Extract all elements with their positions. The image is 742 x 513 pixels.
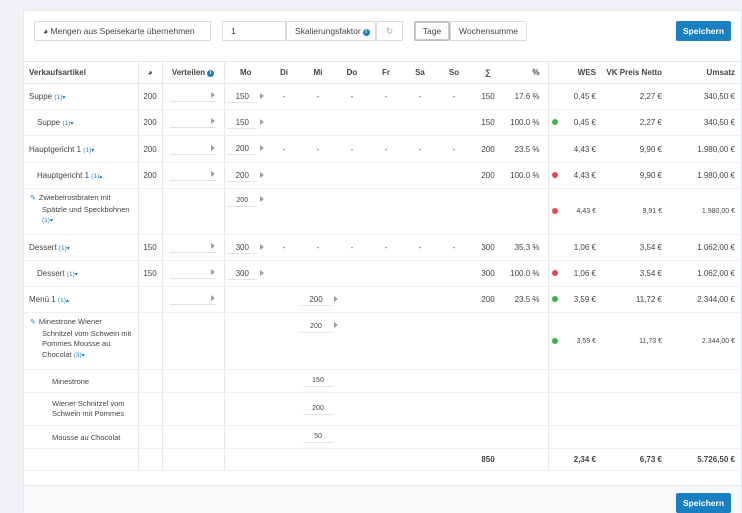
status-dot [552,270,559,276]
planning-table: Verkaufsartikel ◕ Verteilen i Mo Di Mi Do… [24,61,742,471]
table-row: ✎ Zwiebelrostbraten mit Spätzle und Speck… [24,188,742,235]
status-dot [552,208,559,214]
row-name[interactable]: Suppe (1)▾ [24,83,139,110]
table-row: Suppe (1)▾ 200 150 - - - - - - 150 17.6 … [24,83,742,110]
qty-input[interactable]: 150 [227,91,258,103]
row-name[interactable]: Suppe (1)▾ [24,109,139,136]
verteilen-input[interactable] [170,294,216,305]
pie-chart-icon: ◕ [43,26,49,36]
save-button-top[interactable]: Speichern [676,21,731,41]
table-row: Suppe (1)▾ 200 150 150 100.0 % 0,45 € 2,… [24,109,742,136]
row-name[interactable]: Dessert (1)▾ [24,260,139,287]
col-artikel: Verkaufsartikel [24,61,139,84]
pencil-icon[interactable]: ✎ [30,319,36,326]
col-do: Do [335,61,369,84]
verteilen-input[interactable] [170,242,216,253]
col-mi: Mi [301,61,335,84]
col-so: So [437,61,471,84]
table-row: Menü 1 (1)▴ 200 200 23.5 % 3,59 € 11,72 … [24,286,742,313]
factor-label: Skalierungsfaktor i [286,21,376,41]
caret-up-icon[interactable]: ▴ [66,298,69,304]
caret-down-icon[interactable]: ▾ [70,121,73,127]
table-row: Minestrone 150 [24,369,742,393]
factor-input[interactable]: 1 [222,21,286,41]
table-row: Wiener Schnitzel vom Schwein mit Pommes … [24,392,742,426]
qty-input[interactable]: 200 [303,403,333,415]
row-name[interactable]: Dessert (1)▾ [24,234,139,261]
table-row: ✎ Minestrone Wiener Schnitzel vom Schwein… [24,312,742,370]
footer-bar: Speichern [24,485,741,513]
row-name[interactable]: Menü 1 (1)▴ [24,286,139,313]
refresh-button[interactable]: ↻ [376,21,403,41]
status-dot [552,119,559,125]
caret-down-icon[interactable]: ▾ [50,218,53,224]
info-icon[interactable]: i [207,70,215,77]
col-fr: Fr [369,61,403,84]
qty-input[interactable]: 200 [301,294,331,306]
caret-down-icon[interactable]: ▾ [62,95,65,101]
pencil-icon[interactable]: ✎ [30,195,36,202]
col-dot [548,61,562,84]
tab-tage[interactable]: Tage [414,21,450,41]
table-row: Dessert (1)▾ 150 300 - - - - - - 300 35.… [24,234,742,261]
verteilen-input[interactable] [170,144,216,155]
col-verteilen: Verteilen i [162,61,225,84]
status-dot [552,296,559,302]
qty-input[interactable]: 150 [227,117,258,129]
table-row: Hauptgericht 1 (1)▾ 200 200 - - - - - - … [24,135,742,163]
qty-input[interactable]: 300 [227,242,258,254]
qty-input[interactable]: 300 [227,268,258,280]
col-mo: Mo [224,61,267,84]
row-name[interactable]: Hauptgericht 1 (1)▾ [24,135,139,163]
planning-panel: ◕ Mengen aus Speisekarte übernehmen 1 Sk… [23,10,742,513]
col-wes: WES [562,61,604,84]
qty-input[interactable]: 200 [227,195,258,207]
qty-input[interactable]: 50 [303,431,333,443]
table-row: Dessert (1)▾ 150 300 300 100.0 % 1,06 € … [24,260,742,287]
header-row: Verkaufsartikel ◕ Verteilen i Mo Di Mi Do… [24,61,742,84]
table-row: Hauptgericht 1 (1)▴ 200 200 200 100.0 % … [24,162,742,189]
row-name[interactable]: ✎ Zwiebelrostbraten mit Spätzle und Speck… [24,188,139,235]
col-sum: ∑ [471,61,505,84]
table-row: Mousse au Chocolat 50 [24,425,742,449]
pie-chart-icon: ◕ [147,68,153,77]
tab-wochensumme[interactable]: Wochensumme [450,21,527,41]
status-dot [552,337,559,344]
caret-up-icon[interactable]: ▴ [99,174,102,180]
toolbar: ◕ Mengen aus Speisekarte übernehmen 1 Sk… [24,11,741,53]
verteilen-input[interactable] [170,170,216,181]
col-sa: Sa [403,61,437,84]
save-button-bottom[interactable]: Speichern [676,493,731,513]
col-umsatz: Umsatz [670,61,742,84]
info-icon[interactable]: i [362,29,370,36]
qty-input[interactable]: 200 [301,321,331,333]
qty-input[interactable]: 150 [303,375,333,387]
row-name[interactable]: ✎ Minestrone Wiener Schnitzel vom Schwein… [24,312,139,370]
col-icon: ◕ [138,61,163,84]
row-name[interactable]: Hauptgericht 1 (1)▴ [24,162,139,189]
verteilen-input[interactable] [170,117,216,128]
caret-down-icon[interactable]: ▾ [82,353,85,359]
verteilen-input[interactable] [170,268,216,279]
status-dot [552,172,559,178]
caret-down-icon[interactable]: ▾ [67,246,70,252]
mengen-button[interactable]: ◕ Mengen aus Speisekarte übernehmen [34,21,211,41]
qty-input[interactable]: 200 [227,170,258,182]
totals-row: 850 2,34 € 6,73 € 5.726,50 € [24,448,742,471]
col-vk: VK Preis Netto [604,61,670,84]
col-pct: % [505,61,549,84]
caret-down-icon[interactable]: ▾ [91,148,94,154]
col-di: Di [267,61,301,84]
refresh-icon: ↻ [385,26,394,36]
qty-input[interactable]: 200 [227,143,258,155]
caret-down-icon[interactable]: ▾ [75,272,78,278]
verteilen-input[interactable] [170,91,216,102]
